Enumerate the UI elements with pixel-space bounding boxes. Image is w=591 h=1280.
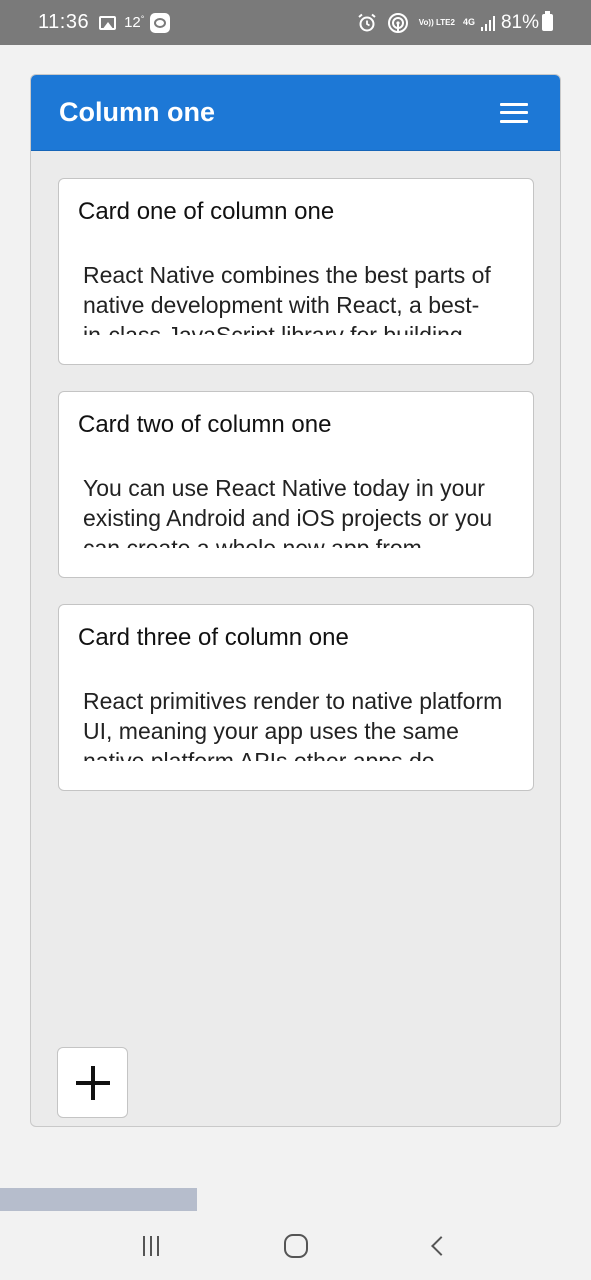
navigation-bar — [0, 1212, 591, 1280]
card-body: React Native combines the best parts of … — [83, 262, 491, 335]
card-three[interactable]: Card three of column one React primitive… — [58, 604, 534, 791]
volte-indicator: Vo)) LTE2 — [418, 17, 455, 27]
column-title: Column one — [59, 97, 215, 127]
card-title: Card one of column one — [78, 198, 335, 225]
temperature-value: 12 — [124, 14, 141, 31]
horizontal-scrollbar[interactable] — [0, 1188, 197, 1211]
card-title: Card two of column one — [78, 411, 332, 438]
card-body: You can use React Native today in your e… — [83, 475, 493, 548]
recents-icon[interactable] — [142, 1236, 159, 1256]
status-bar: 11:36 12° Vo)) LTE2 4G 81% — [0, 0, 591, 45]
notification-app-icon — [150, 12, 171, 33]
signal-icon — [480, 15, 495, 31]
home-icon[interactable] — [284, 1234, 309, 1258]
status-right: Vo)) LTE2 4G 81% — [357, 11, 553, 34]
card-one[interactable]: Card one of column one React Native comb… — [58, 178, 534, 365]
network-type: 4G — [462, 17, 475, 27]
battery-icon — [542, 11, 553, 31]
status-left: 11:36 12° — [38, 11, 171, 34]
battery-percentage: 81% — [500, 11, 539, 33]
gallery-icon — [99, 15, 117, 30]
card-title: Card three of column one — [78, 624, 349, 651]
degree-symbol: ° — [140, 14, 145, 24]
card-body: React primitives render to native platfo… — [83, 688, 503, 761]
status-temperature: 12° — [124, 14, 144, 31]
back-icon[interactable] — [431, 1236, 452, 1256]
alarm-icon — [358, 13, 376, 31]
hamburger-menu-icon[interactable] — [500, 102, 528, 123]
status-time: 11:36 — [38, 11, 90, 33]
card-two[interactable]: Card two of column one You can use React… — [58, 391, 534, 578]
column-header: Column one — [31, 75, 560, 151]
add-card-button[interactable] — [57, 1047, 128, 1118]
plus-icon — [75, 1065, 110, 1100]
hotspot-icon — [387, 12, 408, 33]
column-one: Column one Card one of column one React … — [30, 74, 561, 1127]
